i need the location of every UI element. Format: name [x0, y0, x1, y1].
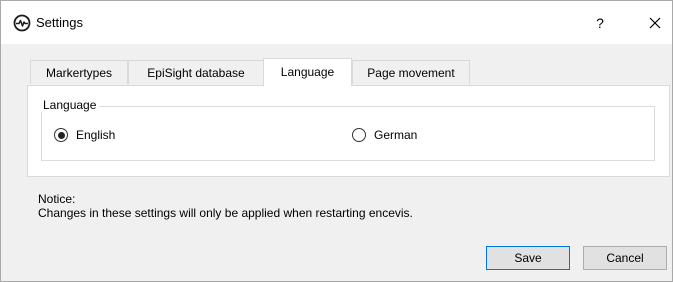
tab-markertypes[interactable]: Markertypes [30, 60, 128, 84]
tab-episight-database[interactable]: EpiSight database [128, 60, 264, 84]
language-groupbox [41, 106, 655, 161]
heartbeat-icon [13, 14, 31, 32]
close-icon [649, 17, 661, 29]
help-button[interactable]: ? [589, 12, 611, 34]
cancel-button[interactable]: Cancel [583, 246, 667, 270]
radio-unselected-indicator[interactable] [352, 128, 366, 142]
settings-dialog: Settings ? Markertypes EpiSight database… [0, 0, 673, 282]
radio-selected-indicator[interactable] [54, 128, 68, 142]
title-bar: Settings ? [1, 1, 672, 44]
tab-page-movement[interactable]: Page movement [352, 60, 470, 84]
radio-german[interactable]: German [352, 126, 417, 144]
radio-english-label: English [76, 128, 116, 142]
notice-text: Changes in these settings will only be a… [38, 206, 413, 220]
tab-language[interactable]: Language [263, 58, 352, 86]
notice-heading: Notice: [38, 192, 76, 206]
language-tab-panel: Language English German [27, 85, 670, 177]
notice-block: Notice: Changes in these settings will o… [38, 192, 413, 220]
save-button[interactable]: Save [486, 246, 570, 270]
language-group-title: Language [40, 98, 100, 112]
radio-english[interactable]: English [54, 126, 115, 144]
close-button[interactable] [641, 10, 669, 36]
radio-german-label: German [374, 128, 418, 142]
window-title: Settings [36, 15, 83, 30]
